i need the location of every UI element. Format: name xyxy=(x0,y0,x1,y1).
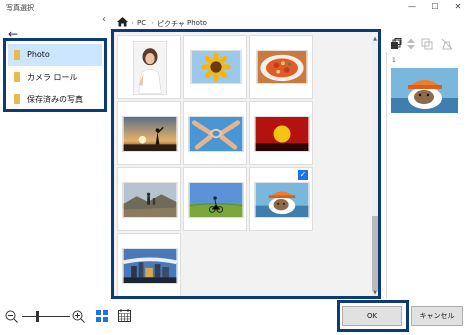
folder-icon xyxy=(14,72,20,82)
reorder-arrows-icon[interactable] xyxy=(405,38,417,50)
breadcrumb-separator: › xyxy=(151,19,154,27)
ok-button[interactable]: OK xyxy=(342,306,402,326)
delete-all-icon[interactable] xyxy=(441,38,453,50)
selected-photo-thumbnail[interactable] xyxy=(391,68,458,113)
photo-thumbnail xyxy=(254,116,310,152)
sidebar-item-photo[interactable]: Photo xyxy=(8,44,102,66)
grid-view-icon[interactable] xyxy=(96,310,108,322)
zoom-in-icon[interactable] xyxy=(72,310,85,323)
scroll-thumb[interactable] xyxy=(372,216,378,291)
sidebar-item-camera-roll[interactable]: カメラ ロール xyxy=(8,66,102,88)
photo-cell-hikers[interactable] xyxy=(117,167,181,231)
copy-icon[interactable] xyxy=(421,38,433,50)
photo-thumbnail xyxy=(133,41,167,95)
photo-cell-silhouette-sunset[interactable] xyxy=(117,101,181,165)
photo-cell-woman-portrait[interactable] xyxy=(117,35,181,99)
zoom-out-icon[interactable] xyxy=(5,310,18,323)
zoom-slider-thumb[interactable] xyxy=(36,311,39,322)
photo-grid: ✓ xyxy=(111,29,381,299)
collapse-sidebar-button[interactable]: ‹ xyxy=(102,14,106,25)
minimize-button[interactable]: — xyxy=(401,0,423,14)
home-icon[interactable] xyxy=(116,16,129,27)
grid-scrollbar[interactable]: ▲ ▼ xyxy=(372,36,378,296)
zoom-slider-track[interactable] xyxy=(22,316,70,317)
photo-cell-red-sunset[interactable] xyxy=(249,101,313,165)
folder-sidebar: Photo カメラ ロール 保存済みの写真 xyxy=(3,38,107,112)
photo-thumbnail xyxy=(256,50,308,84)
photo-thumbnail xyxy=(122,182,178,218)
cancel-button[interactable]: キャンセル xyxy=(411,306,463,326)
sidebar-item-label: 保存済みの写真 xyxy=(27,95,83,104)
layers-icon[interactable] xyxy=(390,38,402,50)
selected-check-icon: ✓ xyxy=(298,170,308,180)
photo-cell-cyclist[interactable] xyxy=(183,167,247,231)
photo-thumbnail xyxy=(188,182,244,218)
photo-thumbnail xyxy=(188,116,244,152)
photo-cell-pasta[interactable] xyxy=(249,35,313,99)
photo-thumbnail xyxy=(254,182,310,218)
breadcrumb-item[interactable]: PC xyxy=(137,19,146,27)
photo-cell-dog[interactable]: ✓ xyxy=(249,167,313,231)
sidebar-item-label: カメラ ロール xyxy=(27,73,78,82)
breadcrumb-separator: › xyxy=(131,19,134,27)
sidebar-item-label: Photo xyxy=(27,50,50,59)
scroll-up-icon[interactable]: ▲ xyxy=(372,36,378,42)
photo-thumbnail xyxy=(190,50,242,84)
window-title: 写真選択 xyxy=(6,4,34,12)
breadcrumb-separator: › xyxy=(181,19,184,27)
selected-count: 1 xyxy=(392,57,396,64)
breadcrumb-item[interactable]: Photo xyxy=(187,19,207,27)
photo-cell-city[interactable] xyxy=(117,233,181,296)
calendar-view-icon[interactable] xyxy=(118,309,131,322)
photo-cell-hands-heart[interactable] xyxy=(183,101,247,165)
scroll-down-icon[interactable]: ▼ xyxy=(372,290,378,296)
title-bar: 写真選択 — ☐ ✕ xyxy=(0,0,469,16)
folder-icon xyxy=(14,50,20,60)
photo-cell-sunflower[interactable] xyxy=(183,35,247,99)
photo-thumbnail xyxy=(122,116,178,152)
maximize-button[interactable]: ☐ xyxy=(424,0,446,14)
photo-thumbnail xyxy=(122,248,178,284)
folder-icon xyxy=(14,94,20,104)
sidebar-item-saved-photos[interactable]: 保存済みの写真 xyxy=(8,88,102,110)
close-button[interactable]: ✕ xyxy=(447,0,469,14)
